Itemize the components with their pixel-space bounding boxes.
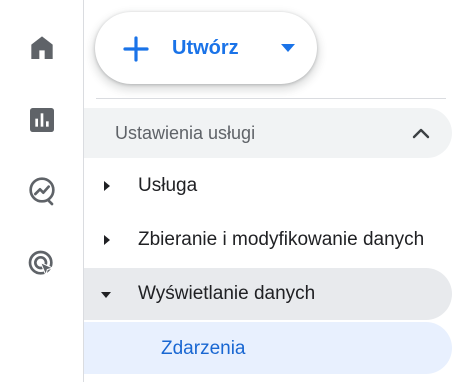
section-header-service-settings[interactable]: Ustawienia usługi — [84, 108, 452, 158]
caret-right-icon — [104, 235, 110, 245]
create-button[interactable]: Utwórz — [95, 12, 317, 84]
sidebar-item-data-display[interactable]: Wyświetlanie danych — [84, 268, 452, 320]
sidebar-subitem-events[interactable]: Zdarzenia — [84, 322, 452, 374]
create-button-label: Utwórz — [172, 37, 239, 59]
home-icon[interactable] — [18, 23, 66, 71]
explore-icon[interactable] — [18, 166, 66, 214]
reports-icon[interactable] — [18, 96, 66, 144]
section-title: Ustawienia usługi — [115, 123, 256, 143]
sidebar-item-service[interactable]: Usługa — [84, 160, 452, 212]
sidebar-item-label: Usługa — [138, 175, 198, 196]
divider — [96, 98, 446, 99]
sidebar-subitem-label: Zdarzenia — [161, 338, 246, 359]
navigation-rail — [0, 0, 84, 382]
caret-right-icon — [104, 181, 110, 191]
sidebar-item-label: Zbieranie i modyfikowanie danych — [138, 229, 425, 250]
plus-icon — [123, 36, 149, 62]
sidebar-item-label: Wyświetlanie danych — [138, 283, 316, 304]
caret-down-icon — [101, 292, 111, 298]
advertising-icon[interactable] — [18, 240, 66, 288]
chevron-up-icon — [412, 128, 430, 139]
sidebar-item-data-collection[interactable]: Zbieranie i modyfikowanie danych — [84, 214, 452, 266]
side-panel: Utwórz Ustawienia usługi Usługa Zbierani… — [84, 0, 459, 382]
caret-down-icon — [281, 44, 295, 52]
